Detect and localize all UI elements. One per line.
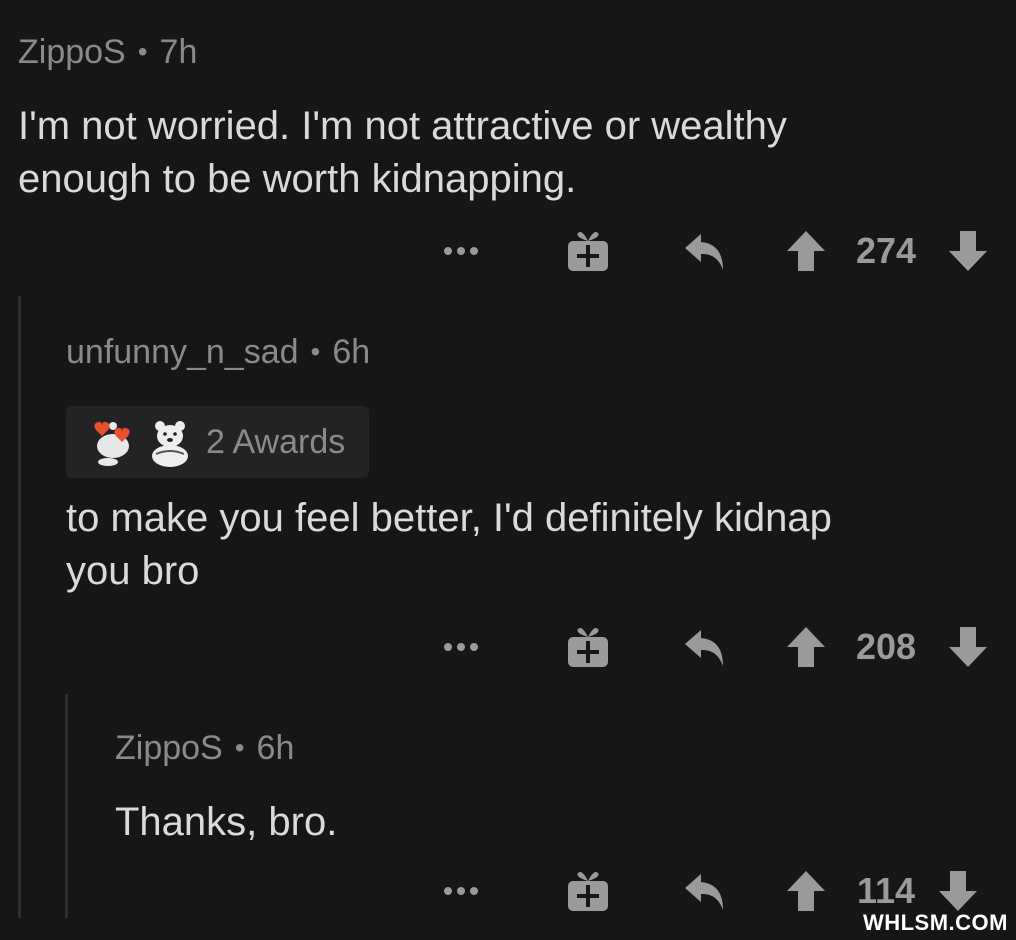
comment-body: to make you feel better, I'd definitely … — [66, 492, 1016, 598]
watermark: WHLSM.COM — [862, 910, 1008, 935]
gift-icon — [568, 628, 608, 667]
comment-text-line: to make you feel better, I'd definitely … — [66, 496, 832, 540]
score: 274 — [855, 230, 917, 271]
username[interactable]: ZippoS — [115, 729, 223, 768]
username[interactable]: ZippoS — [18, 33, 126, 72]
reply-icon — [685, 874, 723, 910]
awards-badge[interactable]: 2 Awards — [66, 406, 370, 478]
more-options-button[interactable] — [416, 866, 506, 916]
give-award-button[interactable] — [546, 622, 630, 672]
reply-button[interactable] — [664, 866, 748, 916]
reply-icon — [685, 234, 723, 270]
comment-body: I'm not worried. I'm not attractive or w… — [18, 100, 1016, 206]
separator: • — [137, 36, 148, 67]
thread-line-level2[interactable] — [65, 694, 68, 918]
timestamp: 6h — [332, 332, 371, 371]
more-options-button[interactable] — [416, 226, 506, 276]
more-icon — [444, 247, 478, 255]
comment-meta: ZippoS • 7h — [18, 30, 1016, 74]
comment: ZippoS • 7h I'm not worried. I'm not att… — [18, 30, 1016, 206]
upvote-icon — [787, 627, 825, 667]
thread-line-level1[interactable] — [18, 296, 21, 918]
comment-meta: ZippoS • 6h — [115, 726, 1016, 770]
more-icon — [444, 643, 478, 651]
comment-text-line: I'm not worried. I'm not attractive or w… — [18, 104, 787, 148]
score: 114 — [856, 870, 916, 911]
comment-actions: 114 — [416, 866, 1016, 916]
comment-text-line: Thanks, bro. — [115, 800, 338, 844]
comment: ZippoS • 6h Thanks, bro. — [115, 726, 1016, 849]
heart-eyes-snoo-icon — [94, 421, 130, 466]
gift-icon — [568, 872, 608, 911]
comment-text-line: enough to be worth kidnapping. — [18, 157, 577, 201]
more-options-button[interactable] — [416, 622, 506, 672]
comment-actions: 208 — [416, 622, 1016, 672]
reply-button[interactable] — [664, 226, 748, 276]
reply-button[interactable] — [664, 622, 748, 672]
upvote-button[interactable] — [776, 866, 836, 916]
polar-bear-icon — [152, 421, 188, 467]
upvote-icon — [787, 231, 825, 271]
score: 208 — [855, 626, 917, 667]
downvote-button[interactable] — [926, 866, 990, 916]
upvote-icon — [787, 871, 825, 911]
give-award-button[interactable] — [546, 866, 630, 916]
comment-text-line: you bro — [66, 549, 200, 593]
more-icon — [444, 887, 478, 895]
awards-label: 2 Awards — [206, 422, 346, 461]
comment-meta: unfunny_n_sad • 6h — [66, 330, 1016, 374]
comment: unfunny_n_sad • 6h 2 Awards to make you … — [66, 330, 1016, 598]
downvote-button[interactable] — [936, 622, 1000, 672]
separator: • — [234, 732, 245, 763]
downvote-icon — [939, 871, 977, 911]
timestamp: 6h — [256, 728, 295, 767]
comment-body: Thanks, bro. — [115, 796, 1016, 849]
username[interactable]: unfunny_n_sad — [66, 333, 299, 372]
give-award-button[interactable] — [546, 226, 630, 276]
upvote-button[interactable] — [776, 226, 836, 276]
downvote-icon — [949, 627, 987, 667]
upvote-button[interactable] — [776, 622, 836, 672]
comment-actions: 274 — [416, 226, 1016, 276]
gift-icon — [568, 232, 608, 271]
downvote-icon — [949, 231, 987, 271]
separator: • — [310, 336, 321, 367]
timestamp: 7h — [159, 32, 198, 71]
downvote-button[interactable] — [936, 226, 1000, 276]
reply-icon — [685, 630, 723, 666]
